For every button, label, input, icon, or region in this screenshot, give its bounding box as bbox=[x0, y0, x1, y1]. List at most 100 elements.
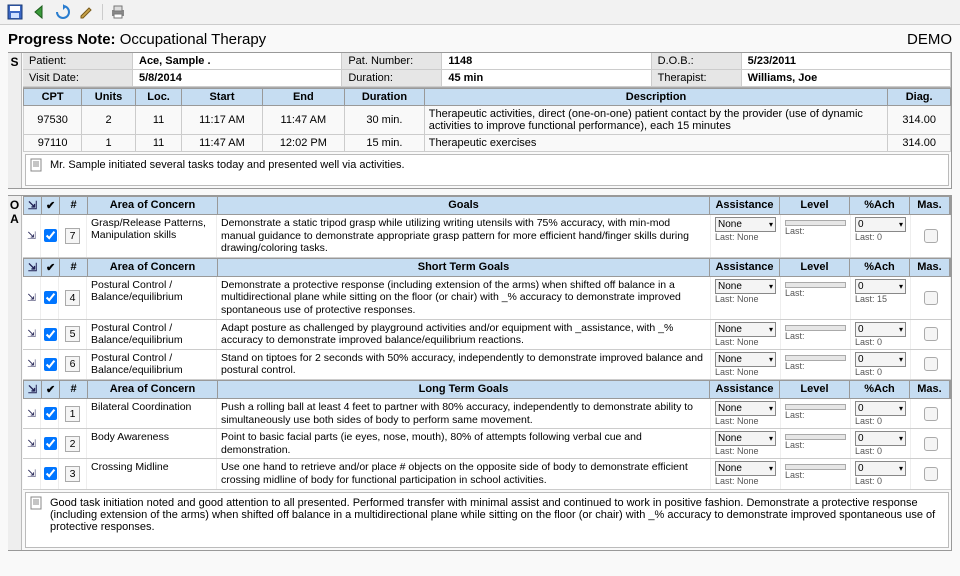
ach-cell: 0Last: 0 bbox=[851, 399, 911, 428]
edit-icon[interactable] bbox=[78, 3, 96, 21]
level-cell: Last: bbox=[781, 399, 851, 428]
cpt-cell-diag: 314.00 bbox=[888, 135, 951, 152]
note-icon bbox=[30, 496, 44, 510]
mas-checkbox[interactable] bbox=[924, 357, 938, 371]
assistance-cell: NoneLast: None bbox=[711, 320, 781, 349]
expand-icon[interactable]: ⇲ bbox=[23, 320, 41, 349]
ach-cell: 0Last: 0 bbox=[851, 215, 911, 257]
level-slider[interactable] bbox=[785, 282, 846, 288]
assistance-select[interactable]: None bbox=[715, 279, 776, 294]
ach-select[interactable]: 0 bbox=[855, 461, 906, 476]
cpt-col-loc[interactable]: Loc. bbox=[135, 89, 181, 106]
level-slider[interactable] bbox=[785, 404, 846, 410]
level-slider[interactable] bbox=[785, 325, 846, 331]
assistance-select[interactable]: None bbox=[715, 322, 776, 337]
ach-select[interactable]: 0 bbox=[855, 431, 906, 446]
goal-text: Push a rolling ball at least 4 feet to p… bbox=[217, 399, 711, 428]
expand-icon[interactable]: ⇲ bbox=[23, 399, 41, 428]
cpt-col-start[interactable]: Start bbox=[182, 89, 262, 106]
level-slider[interactable] bbox=[785, 355, 846, 361]
cpt-col-cpt[interactable]: CPT bbox=[24, 89, 82, 106]
expand-icon[interactable]: ⇲ bbox=[23, 350, 41, 379]
level-slider[interactable] bbox=[785, 464, 846, 470]
assistance-cell: NoneLast: None bbox=[711, 459, 781, 488]
cpt-cell-units: 1 bbox=[82, 135, 136, 152]
expand-all-icon[interactable]: ⇲ bbox=[28, 383, 37, 396]
o-note-text: Good task initiation noted and good atte… bbox=[50, 497, 935, 533]
cpt-col-units[interactable]: Units bbox=[82, 89, 136, 106]
goal-checkbox[interactable] bbox=[41, 215, 59, 257]
goal-number: 2 bbox=[59, 429, 87, 458]
section-letter-oa: O A bbox=[8, 196, 22, 550]
cpt-col-end[interactable]: End bbox=[262, 89, 344, 106]
hdr-dob: 5/23/2011 bbox=[742, 53, 951, 70]
expand-icon[interactable]: ⇲ bbox=[23, 429, 41, 458]
goal-area: Postural Control / Balance/equilibrium bbox=[87, 277, 217, 319]
level-slider[interactable] bbox=[785, 434, 846, 440]
s-note-box[interactable]: Mr. Sample initiated several tasks today… bbox=[25, 154, 949, 186]
ach-select[interactable]: 0 bbox=[855, 401, 906, 416]
expand-icon[interactable]: ⇲ bbox=[23, 277, 41, 319]
goal-area: Postural Control / Balance/equilibrium bbox=[87, 320, 217, 349]
goal-checkbox[interactable] bbox=[41, 350, 59, 379]
goal-checkbox[interactable] bbox=[41, 459, 59, 488]
cpt-col-description[interactable]: Description bbox=[424, 89, 888, 106]
hdr-dob-lbl: D.O.B.: bbox=[652, 53, 742, 70]
cpt-cell-desc: Therapeutic activities, direct (one-on-o… bbox=[424, 106, 888, 135]
goal-checkbox[interactable] bbox=[41, 320, 59, 349]
goal-text: Point to basic facial parts (ie eyes, no… bbox=[217, 429, 711, 458]
cpt-cell-start: 11:17 AM bbox=[182, 106, 262, 135]
goal-row: ⇲1Bilateral CoordinationPush a rolling b… bbox=[23, 399, 951, 429]
mas-checkbox[interactable] bbox=[924, 229, 938, 243]
mas-checkbox[interactable] bbox=[924, 327, 938, 341]
level-cell: Last: bbox=[781, 320, 851, 349]
goal-area: Postural Control / Balance/equilibrium bbox=[87, 350, 217, 379]
save-icon[interactable] bbox=[6, 3, 24, 21]
expand-icon[interactable]: ⇲ bbox=[23, 215, 41, 257]
goal-checkbox[interactable] bbox=[41, 429, 59, 458]
toolbar bbox=[0, 0, 960, 25]
cpt-row[interactable]: 9753021111:17 AM11:47 AM30 min.Therapeut… bbox=[24, 106, 951, 135]
goal-number: 4 bbox=[59, 277, 87, 319]
goal-area: Body Awareness bbox=[87, 429, 217, 458]
cpt-col-duration[interactable]: Duration bbox=[345, 89, 425, 106]
cpt-row[interactable]: 9711011111:47 AM12:02 PM15 min.Therapeut… bbox=[24, 135, 951, 152]
mas-checkbox[interactable] bbox=[924, 407, 938, 421]
hdr-patient: Ace, Sample . bbox=[133, 53, 342, 70]
mas-checkbox[interactable] bbox=[924, 467, 938, 481]
back-icon[interactable] bbox=[30, 3, 48, 21]
mas-checkbox[interactable] bbox=[924, 437, 938, 451]
print-icon[interactable] bbox=[109, 3, 127, 21]
ach-select[interactable]: 0 bbox=[855, 279, 906, 294]
goals-header: ⇲✔#Area of ConcernShort Term GoalsAssist… bbox=[23, 258, 951, 277]
cpt-col-diag[interactable]: Diag. bbox=[888, 89, 951, 106]
s-note-text: Mr. Sample initiated several tasks today… bbox=[50, 159, 405, 171]
ach-select[interactable]: 0 bbox=[855, 217, 906, 232]
ach-select[interactable]: 0 bbox=[855, 352, 906, 367]
cpt-cell-diag: 314.00 bbox=[888, 106, 951, 135]
assistance-select[interactable]: None bbox=[715, 352, 776, 367]
cpt-cell-units: 2 bbox=[82, 106, 136, 135]
expand-icon[interactable]: ⇲ bbox=[23, 459, 41, 488]
assistance-select[interactable]: None bbox=[715, 401, 776, 416]
level-slider[interactable] bbox=[785, 220, 846, 226]
assistance-cell: NoneLast: None bbox=[711, 350, 781, 379]
hdr-ther: Williams, Joe bbox=[742, 70, 951, 87]
goal-checkbox[interactable] bbox=[41, 277, 59, 319]
goal-checkbox[interactable] bbox=[41, 399, 59, 428]
hdr-visit-lbl: Visit Date: bbox=[23, 70, 133, 87]
mas-checkbox[interactable] bbox=[924, 291, 938, 305]
level-cell: Last: bbox=[781, 277, 851, 319]
o-note-box[interactable]: Good task initiation noted and good atte… bbox=[25, 492, 949, 548]
goal-text: Adapt posture as challenged by playgroun… bbox=[217, 320, 711, 349]
expand-all-icon[interactable]: ⇲ bbox=[28, 261, 37, 274]
ach-select[interactable]: 0 bbox=[855, 322, 906, 337]
cpt-table: CPTUnitsLoc.StartEndDurationDescriptionD… bbox=[23, 88, 951, 152]
assistance-select[interactable]: None bbox=[715, 461, 776, 476]
hdr-dur-lbl: Duration: bbox=[342, 70, 442, 87]
mas-cell bbox=[911, 429, 951, 458]
assistance-select[interactable]: None bbox=[715, 217, 776, 232]
refresh-icon[interactable] bbox=[54, 3, 72, 21]
expand-all-icon[interactable]: ⇲ bbox=[28, 199, 37, 212]
assistance-select[interactable]: None bbox=[715, 431, 776, 446]
